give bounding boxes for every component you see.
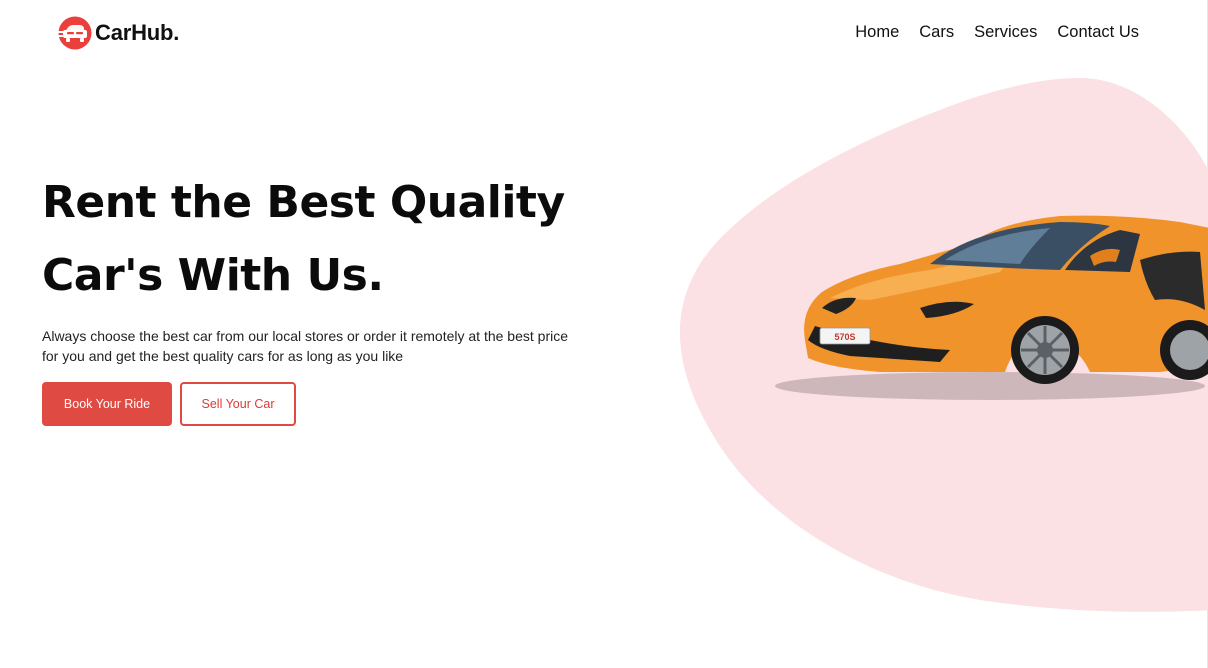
nav-item-services[interactable]: Services xyxy=(974,23,1037,42)
hero-subtitle-line-1: Always choose the best car from our loca… xyxy=(42,328,569,344)
brand-logo[interactable]: CarHub. xyxy=(58,16,179,50)
site-header: CarHub. Home Cars Services Contact Us xyxy=(0,0,1208,68)
hero-subtitle: Always choose the best car from our loca… xyxy=(42,326,632,366)
sell-your-car-button[interactable]: Sell Your Car xyxy=(180,382,296,426)
sports-car-image: 570S xyxy=(775,215,1208,400)
hero-subtitle-line-2: for you and get the best quality cars fo… xyxy=(42,348,404,364)
hero-title: Rent the Best Quality Car's With Us. xyxy=(42,166,662,312)
nav-item-contact-us[interactable]: Contact Us xyxy=(1057,23,1139,42)
nav-item-home[interactable]: Home xyxy=(855,23,899,42)
page: CarHub. Home Cars Services Contact Us 57… xyxy=(0,0,1208,668)
hero-title-line-2: Car's With Us. xyxy=(42,250,384,301)
license-plate-text: 570S xyxy=(834,332,855,342)
nav-item-cars[interactable]: Cars xyxy=(919,23,954,42)
car-logo-icon xyxy=(58,16,92,50)
brand-name: CarHub. xyxy=(95,20,180,45)
main-nav: Home Cars Services Contact Us xyxy=(855,23,1139,42)
hero-title-line-1: Rent the Best Quality xyxy=(42,177,565,228)
book-your-ride-button[interactable]: Book Your Ride xyxy=(42,382,172,426)
